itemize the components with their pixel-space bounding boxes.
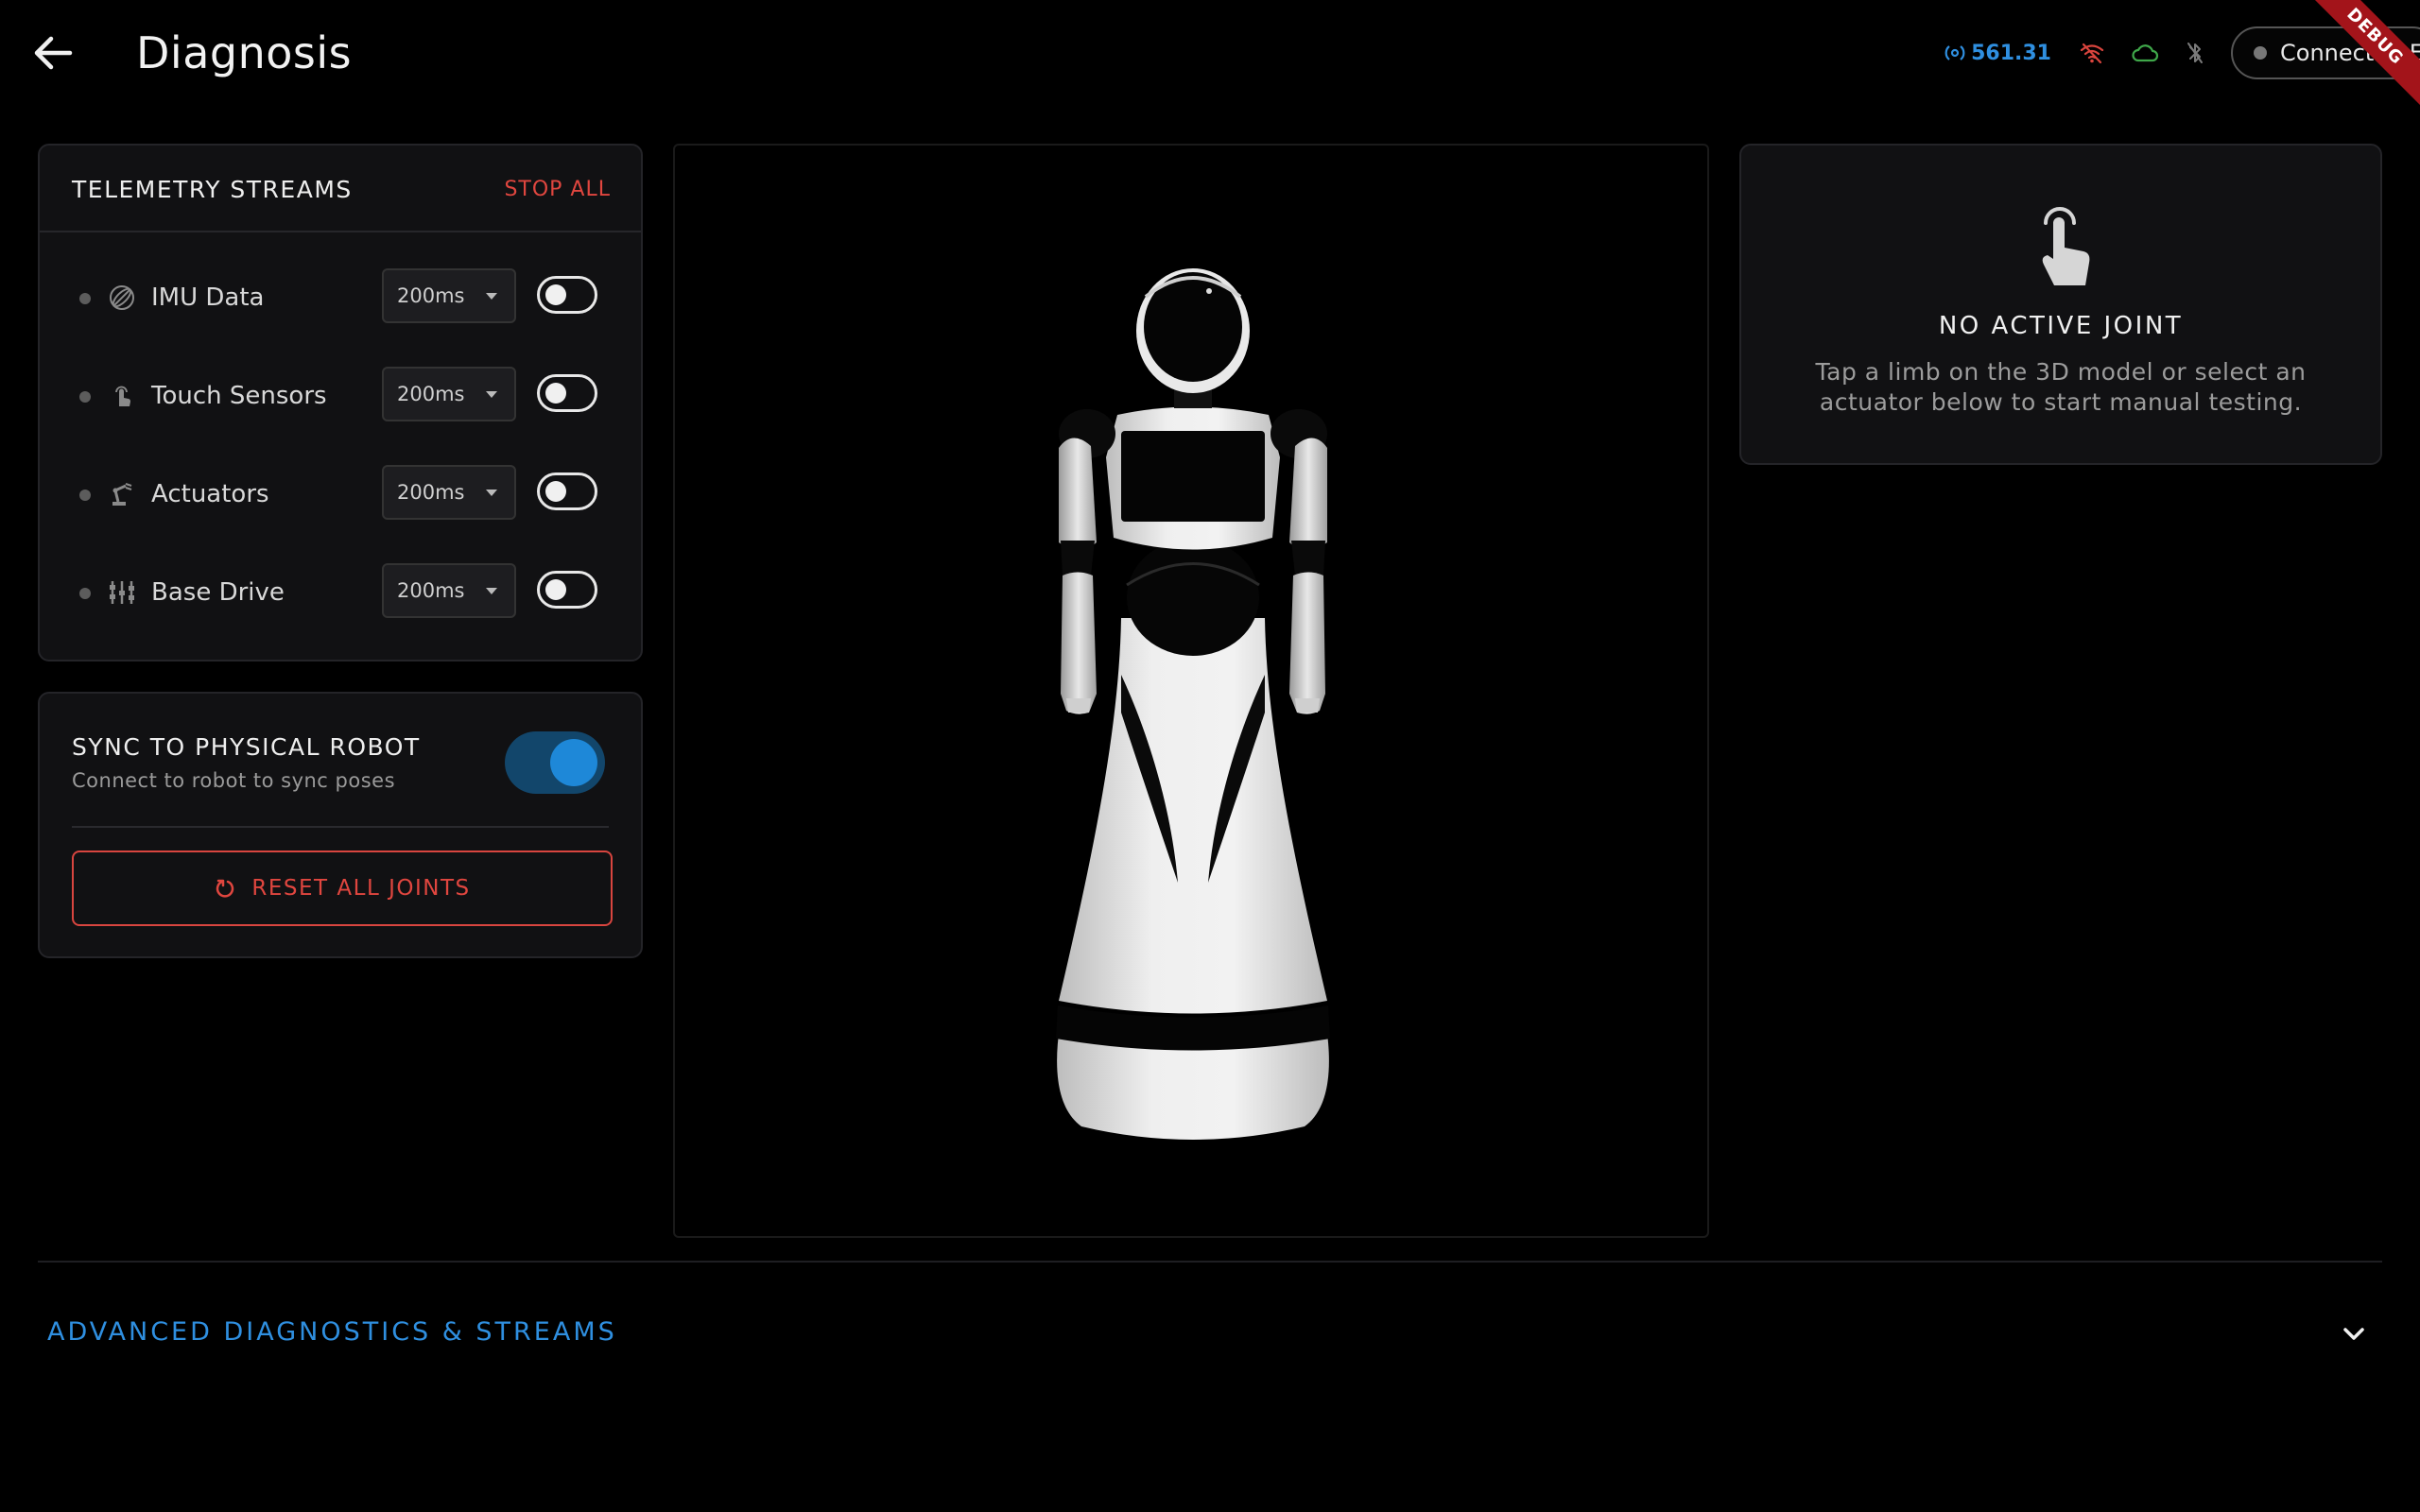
telemetry-streams-card: TELEMETRY STREAMS STOP ALL IMU Data 200m… xyxy=(38,144,643,662)
interval-value: 200ms xyxy=(397,481,465,504)
interval-value: 200ms xyxy=(397,383,465,405)
connection-status-dot xyxy=(2254,46,2267,60)
interval-value: 200ms xyxy=(397,579,465,602)
sync-toggle[interactable] xyxy=(505,731,605,794)
stream-row-base-drive: Base Drive 200ms xyxy=(40,559,641,626)
interval-select[interactable]: 200ms xyxy=(382,268,516,323)
wifi-off-icon xyxy=(2080,43,2104,64)
arrow-left-icon xyxy=(34,36,73,70)
toggle-knob xyxy=(545,284,566,305)
stop-all-button[interactable]: STOP ALL xyxy=(504,178,611,201)
stream-row-touch: Touch Sensors 200ms xyxy=(40,363,641,429)
page-title: Diagnosis xyxy=(136,27,353,78)
toggle-knob xyxy=(545,383,566,404)
stream-toggle[interactable] xyxy=(537,276,597,314)
caret-down-icon xyxy=(486,490,497,496)
toggle-knob xyxy=(550,739,597,786)
stream-row-imu: IMU Data 200ms xyxy=(40,265,641,331)
chevron-down-icon xyxy=(2341,1321,2367,1348)
stream-status-dot xyxy=(79,391,91,403)
interval-select[interactable]: 200ms xyxy=(382,563,516,618)
caret-down-icon xyxy=(486,391,497,398)
telemetry-header: TELEMETRY STREAMS STOP ALL xyxy=(40,146,641,232)
cloud-status xyxy=(2131,43,2159,63)
robot-3d-viewer[interactable] xyxy=(673,144,1709,1238)
stream-label: IMU Data xyxy=(151,284,265,312)
stream-status-dot xyxy=(79,293,91,304)
interval-select[interactable]: 200ms xyxy=(382,367,516,421)
bluetooth-status xyxy=(2186,41,2204,65)
section-divider xyxy=(38,1261,2382,1263)
cloud-icon xyxy=(2132,44,2159,62)
robot-model[interactable] xyxy=(675,146,1709,1238)
joint-description: Tap a limb on the 3D model or select an … xyxy=(1815,358,2307,416)
sync-robot-card: SYNC TO PHYSICAL ROBOT Connect to robot … xyxy=(38,692,643,958)
wheels-icon xyxy=(108,578,136,607)
touch-icon xyxy=(108,382,136,410)
stream-label: Base Drive xyxy=(151,578,285,607)
touch-pointer-icon xyxy=(2031,204,2097,289)
stream-toggle[interactable] xyxy=(537,374,597,412)
bluetooth-off-icon xyxy=(2187,43,2203,63)
reset-all-joints-button[interactable]: RESET ALL JOINTS xyxy=(72,850,613,926)
caret-down-icon xyxy=(486,293,497,300)
stream-status-dot xyxy=(79,490,91,501)
interval-select[interactable]: 200ms xyxy=(382,465,516,520)
stream-label: Actuators xyxy=(151,480,269,508)
advanced-diagnostics-toggle[interactable]: ADVANCED DIAGNOSTICS & STREAMS xyxy=(38,1304,2382,1366)
joint-control-card: NO ACTIVE JOINT Tap a limb on the 3D mod… xyxy=(1739,144,2382,465)
telemetry-title: TELEMETRY STREAMS xyxy=(72,176,353,203)
toggle-knob xyxy=(545,481,566,502)
stream-toggle[interactable] xyxy=(537,472,597,510)
sync-title: SYNC TO PHYSICAL ROBOT xyxy=(72,733,421,761)
sync-subtitle: Connect to robot to sync poses xyxy=(72,769,396,792)
wifi-off-status xyxy=(2080,42,2104,64)
joint-title: NO ACTIVE JOINT xyxy=(1938,312,2184,340)
signal-value: 561.31 xyxy=(1971,41,2051,65)
back-button[interactable] xyxy=(28,28,78,77)
caret-down-icon xyxy=(486,588,497,594)
reset-icon xyxy=(216,879,234,898)
advanced-diagnostics-label: ADVANCED DIAGNOSTICS & STREAMS xyxy=(47,1317,617,1347)
gyroscope-icon xyxy=(108,284,136,312)
reset-label: RESET ALL JOINTS xyxy=(251,876,471,901)
robot-arm-icon xyxy=(108,480,136,508)
radar-icon xyxy=(1945,45,1965,60)
toggle-knob xyxy=(545,579,566,600)
signal-indicator: 561.31 xyxy=(1945,42,2051,65)
stream-row-actuators: Actuators 200ms xyxy=(40,461,641,527)
stream-toggle[interactable] xyxy=(537,571,597,609)
stream-label: Touch Sensors xyxy=(151,382,327,410)
divider xyxy=(72,826,609,828)
stream-status-dot xyxy=(79,588,91,599)
interval-value: 200ms xyxy=(397,284,465,307)
